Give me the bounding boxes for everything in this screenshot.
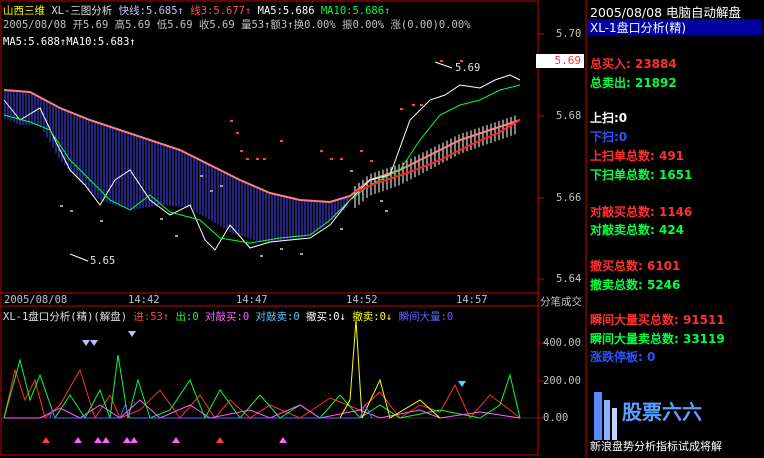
burst-sell-total: 瞬间大量卖总数: 33119 — [590, 332, 725, 346]
panel-subtitle: XL-1盘口分析(精) — [587, 19, 762, 35]
up-sweep: 上扫:0 — [590, 111, 628, 125]
panel-footer: 新浪盘势分析指标试成将解 — [590, 440, 722, 453]
sub-tick-400: 400.00 — [543, 337, 581, 349]
up-sweep-total: 上扫单总数: 491 — [590, 149, 685, 163]
sub-cancel-sell: 撤卖:0↓ — [352, 311, 393, 323]
signal-markers — [42, 331, 466, 443]
time-label-1452: 14:52 — [346, 294, 378, 306]
sub-out: 出:0 — [175, 311, 199, 323]
high-leader — [434, 61, 453, 69]
scatter-dots — [60, 60, 463, 257]
ma-line — [3, 84, 521, 244]
limit-board: 涨跌停板: 0 — [590, 350, 656, 364]
ohlc-row: 2005/08/08 开5.69 高5.69 低5.69 收5.69 量53↑额… — [3, 19, 471, 31]
low-annotation: 5.65 — [90, 255, 116, 267]
price-tick-1: 5.70 — [556, 28, 582, 40]
time-label-1457: 14:57 — [456, 294, 488, 306]
header-row-1: 山西三维 XL-三图分析 快线:5.685↑ 线3:5.677↑ MA5:5.6… — [3, 3, 390, 18]
sub-in: 进:53↑ — [133, 311, 170, 323]
ma5-value: MA5:5.686 — [257, 5, 315, 17]
burst-buy-total: 瞬间大量买总数: 91511 — [590, 313, 725, 327]
high-annotation: 5.69 — [455, 62, 481, 74]
sub-title: XL-1盘口分析(精)(解盘) — [3, 311, 128, 323]
ma10-value: MA10:5.686↑ — [320, 5, 391, 17]
sub-indicator-lines — [3, 319, 521, 420]
sub-cancel-buy: 撤买:0↓ — [305, 311, 346, 323]
sub-header: XL-1盘口分析(精)(解盘) 进:53↑ 出:0 对敲买:0 对敲卖:0 撤买… — [3, 309, 453, 324]
price-tick-4: 5.64 — [556, 273, 582, 285]
cancel-sell-total: 撤卖总数: 5246 — [590, 278, 681, 292]
time-label-1442: 14:42 — [128, 294, 160, 306]
sub-burst: 瞬间大量:0 — [398, 311, 454, 323]
price-ticks — [538, 33, 544, 280]
current-price-badge: 5.69 — [536, 54, 584, 68]
sub-tick-0: 0.00 — [543, 412, 569, 424]
tick-trade-tab[interactable]: 分笔成交 — [540, 294, 582, 309]
line3-value: 线3:5.677↑ — [190, 5, 252, 17]
price-tick-3: 5.66 — [556, 192, 582, 204]
sub-wash-buy: 对敲买:0 — [205, 311, 250, 323]
sub-tick-200: 200.00 — [543, 375, 581, 387]
down-sweep-total: 下扫单总数: 1651 — [590, 168, 693, 182]
watermark-text: 股票六六 — [622, 400, 702, 424]
auto-analysis-panel: 2005/08/08 电脑自动解盘 XL-1盘口分析(精) 总买入: 23884… — [585, 0, 764, 458]
indicator-name: XL-三图分析 — [51, 5, 113, 17]
sub-wash-sell: 对敲卖:0 — [255, 311, 300, 323]
time-label-date: 2005/08/08 — [4, 294, 68, 306]
wash-sell-total: 对敲卖总数: 424 — [590, 223, 685, 237]
down-sweep: 下扫:0 — [590, 130, 628, 144]
volume-band-bars — [4, 90, 516, 242]
cancel-buy-total: 撤买总数: 6101 — [590, 259, 681, 273]
stock-name: 山西三维 — [3, 5, 45, 17]
low-leader — [69, 253, 89, 262]
total-sell: 总卖出: 21892 — [590, 76, 677, 90]
ma-row: MA5:5.688↑MA10:5.683↑ — [3, 36, 136, 48]
fast-line-value: 快线:5.685↑ — [118, 5, 184, 17]
time-label-1447: 14:47 — [236, 294, 268, 306]
total-buy: 总买入: 23884 — [590, 57, 677, 71]
wash-buy-total: 对敲买总数: 1146 — [590, 205, 693, 219]
price-tick-2: 5.68 — [556, 110, 582, 122]
